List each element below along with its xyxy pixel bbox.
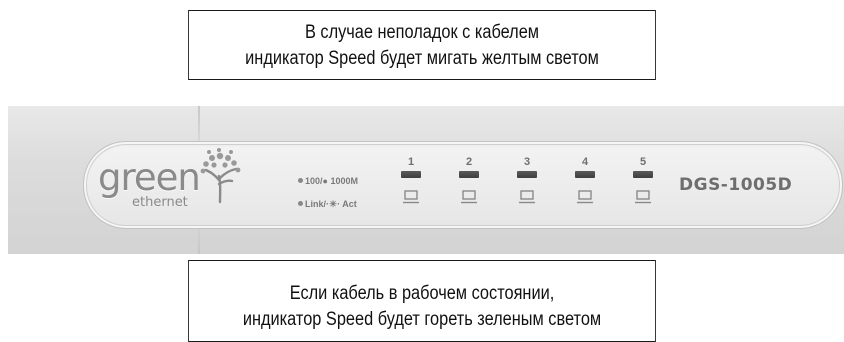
legend-speed-dot: [298, 178, 303, 183]
port-number: 5: [639, 156, 647, 168]
link-monitor-icon: [519, 190, 535, 204]
link-monitor-icon: [635, 190, 651, 204]
callout-speed-ok: Если кабель в рабочем состоянии, индикат…: [188, 260, 656, 342]
legend-link-dot: [298, 201, 303, 206]
indicator-bezel: green ethernet 100/● 1000M Link/·☀· Act …: [83, 141, 843, 229]
link-monitor-icon: [461, 190, 477, 204]
callout-top-line2: индикатор Speed будет мигать желтым свет…: [245, 48, 599, 69]
port-number: 2: [465, 156, 473, 168]
legend-speed-label: 100/● 1000M: [305, 176, 358, 186]
speed-led: [575, 171, 595, 178]
logo-green-text: green: [98, 156, 201, 199]
port-1: 1: [397, 156, 425, 204]
switch-front-panel: green ethernet 100/● 1000M Link/·☀· Act …: [8, 106, 844, 254]
link-monitor-icon: [403, 190, 419, 204]
port-3: 3: [513, 156, 541, 204]
port-2: 2: [455, 156, 483, 204]
speed-led: [633, 171, 653, 178]
port-number: 1: [407, 156, 415, 168]
green-tree-icon: [200, 148, 241, 204]
speed-led: [459, 171, 479, 178]
logo-ethernet-text: ethernet: [132, 195, 188, 210]
speed-led: [401, 171, 421, 178]
callout-bottom-line2: индикатор Speed будет гореть зеленым све…: [242, 309, 602, 330]
callout-speed-fault: В случае неполадок с кабелем индикатор S…: [188, 10, 656, 80]
link-monitor-icon: [577, 190, 593, 204]
model-label: DGS-1005D: [679, 175, 793, 195]
port-5: 5: [629, 156, 657, 204]
legend-link-label: Link/·☀· Act: [305, 199, 357, 209]
port-number: 4: [581, 156, 589, 168]
callout-top-line1: В случае неполадок с кабелем: [304, 22, 540, 43]
speed-led: [517, 171, 537, 178]
legend-link-act: Link/·☀· Act: [298, 199, 357, 210]
port-4: 4: [571, 156, 599, 204]
port-number: 3: [523, 156, 531, 168]
callout-bottom-line1: Если кабель в рабочем состоянии,: [289, 283, 555, 304]
legend-speed: 100/● 1000M: [298, 176, 358, 186]
